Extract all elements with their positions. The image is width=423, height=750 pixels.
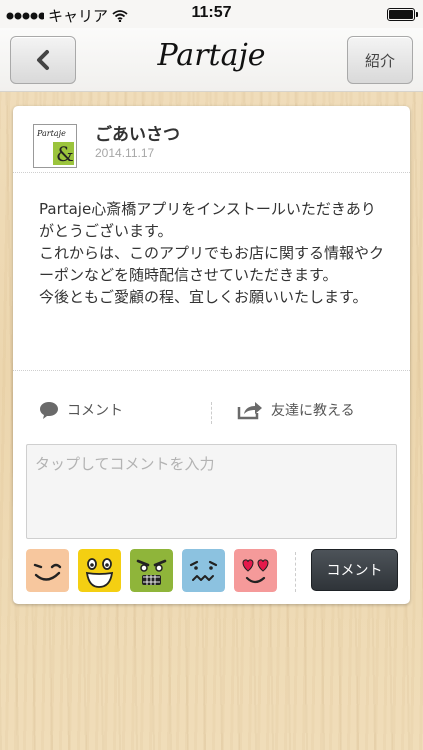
battery-icon [387,8,418,21]
share-action-label: 友達に教える [271,403,355,419]
stamp-picker [26,549,277,593]
divider [13,370,410,371]
post-actions: コメント 友達に教える [13,394,410,428]
post-header: Partaje & ごあいさつ 2014.11.17 [13,106,410,172]
comment-input[interactable]: タップしてコメントを入力 [26,444,397,539]
divider [211,402,212,424]
share-icon [237,402,262,420]
post-title: ごあいさつ [95,125,180,145]
svg-text:&: & [56,142,74,166]
scary-face-icon[interactable] [130,549,173,592]
speech-bubble-icon [40,402,58,419]
avatar: Partaje & [33,124,77,168]
status-time: 11:57 [191,4,232,21]
status-bar: キャリア 11:57 [0,0,423,28]
worried-face-icon[interactable] [182,549,225,592]
laughing-face-icon[interactable] [78,549,121,592]
heart-eyes-face-icon[interactable] [234,549,277,592]
wink-face-icon[interactable] [26,549,69,592]
back-button[interactable] [10,36,76,84]
divider [295,552,296,592]
svg-text:Partaje: Partaje [36,129,66,138]
chevron-left-icon [37,50,49,70]
post-card: Partaje & ごあいさつ 2014.11.17 Partaje心斎橋アプリ… [13,106,410,604]
intro-button[interactable]: 紹介 [347,36,413,84]
comment-action-label: コメント [67,403,123,419]
partaje-logo: Partaje & [34,125,76,167]
post-date: 2014.11.17 [95,146,155,160]
post-body: Partaje心斎橋アプリをインストールいただきありがとうございます。 これから… [39,200,385,306]
divider [13,172,410,173]
share-action[interactable]: 友達に教える [237,400,355,420]
comment-action[interactable]: コメント [39,400,123,420]
send-comment-button[interactable]: コメント [311,549,398,591]
page-title: Partaje [157,38,266,73]
nav-bar: Partaje 紹介 [0,28,423,92]
